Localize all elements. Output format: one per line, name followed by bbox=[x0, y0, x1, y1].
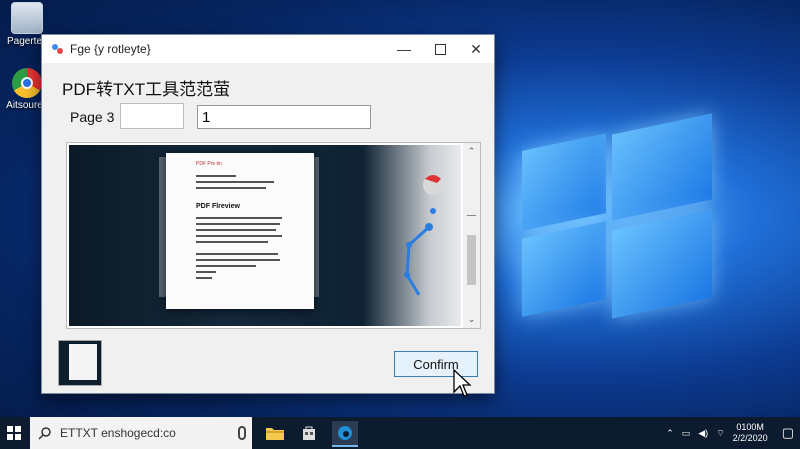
store-icon bbox=[303, 426, 315, 440]
clock-time: 0100M bbox=[736, 422, 764, 432]
clock[interactable]: 0100M 2/2/2020 bbox=[733, 422, 768, 444]
preview-document-page: PDF Pre tin PDF Flreview bbox=[166, 153, 314, 309]
preview-doc-title: PDF Flreview bbox=[196, 203, 240, 210]
page-thumbnail[interactable] bbox=[58, 340, 102, 386]
windows-start-icon bbox=[7, 426, 21, 440]
scroll-down-icon[interactable]: ⌄ bbox=[463, 311, 480, 328]
clock-date: 2/2/2020 bbox=[732, 433, 768, 443]
edge-icon bbox=[338, 426, 352, 440]
page-input-field[interactable]: 1 bbox=[197, 105, 371, 129]
edge-button[interactable] bbox=[332, 421, 358, 447]
microphone-icon[interactable] bbox=[238, 426, 246, 440]
mouse-cursor-icon bbox=[453, 368, 472, 397]
search-text: ETTXT enshogecd:co bbox=[60, 426, 176, 440]
close-button[interactable]: ✕ bbox=[458, 35, 494, 63]
maximize-icon bbox=[434, 43, 446, 55]
preview-image: PDF Pre tin PDF Flreview bbox=[69, 145, 461, 326]
windows-logo bbox=[500, 113, 740, 330]
store-button[interactable] bbox=[296, 421, 322, 445]
file-explorer-button[interactable] bbox=[262, 421, 288, 445]
system-tray: ⌃ ▭ ◀) ⌔ 0100M 2/2/2020 ▢ bbox=[658, 417, 794, 449]
app-window: Fge {y rotleyte} — ✕ PDF转TXT工具范范萤 Page 3… bbox=[41, 34, 495, 394]
scroll-thumb[interactable] bbox=[467, 235, 476, 285]
preview-doc-header: PDF Pre tin bbox=[196, 161, 222, 167]
maximize-button[interactable] bbox=[422, 35, 458, 63]
page-number-field[interactable] bbox=[120, 103, 184, 129]
taskbar: ETTXT enshogecd:co ⌃ ▭ ◀) ⌔ 0100M 2/2/20… bbox=[0, 417, 800, 449]
app-icon bbox=[52, 44, 63, 54]
minimize-icon: — bbox=[397, 41, 411, 57]
start-button[interactable] bbox=[0, 417, 28, 449]
chrome-icon bbox=[12, 68, 42, 98]
page-label: Page 3 bbox=[70, 109, 115, 125]
network-icon[interactable]: ▭ bbox=[682, 428, 691, 439]
search-icon bbox=[38, 427, 51, 440]
minimize-button[interactable]: — bbox=[386, 35, 422, 63]
close-icon: ✕ bbox=[470, 40, 482, 57]
volume-icon[interactable]: ◀) bbox=[698, 428, 708, 439]
wifi-icon[interactable]: ⌔ bbox=[716, 428, 724, 439]
notification-icon[interactable]: ▢ bbox=[782, 425, 794, 441]
preview-panel: PDF Pre tin PDF Flreview ⌃ ⌄ bbox=[66, 142, 481, 329]
chevron-up-icon[interactable]: ⌃ bbox=[666, 428, 674, 439]
robot-figure-icon bbox=[404, 175, 443, 296]
preview-scrollbar[interactable]: ⌃ ⌄ bbox=[463, 143, 480, 328]
document-icon bbox=[11, 2, 43, 34]
title-bar[interactable]: Fge {y rotleyte} — ✕ bbox=[42, 35, 494, 63]
window-title: Fge {y rotleyte} bbox=[70, 42, 151, 56]
page-heading: PDF转TXT工具范范萤 bbox=[62, 80, 231, 99]
taskbar-search[interactable]: ETTXT enshogecd:co bbox=[30, 417, 252, 449]
folder-icon bbox=[266, 428, 284, 440]
scroll-up-icon[interactable]: ⌃ bbox=[463, 143, 480, 160]
